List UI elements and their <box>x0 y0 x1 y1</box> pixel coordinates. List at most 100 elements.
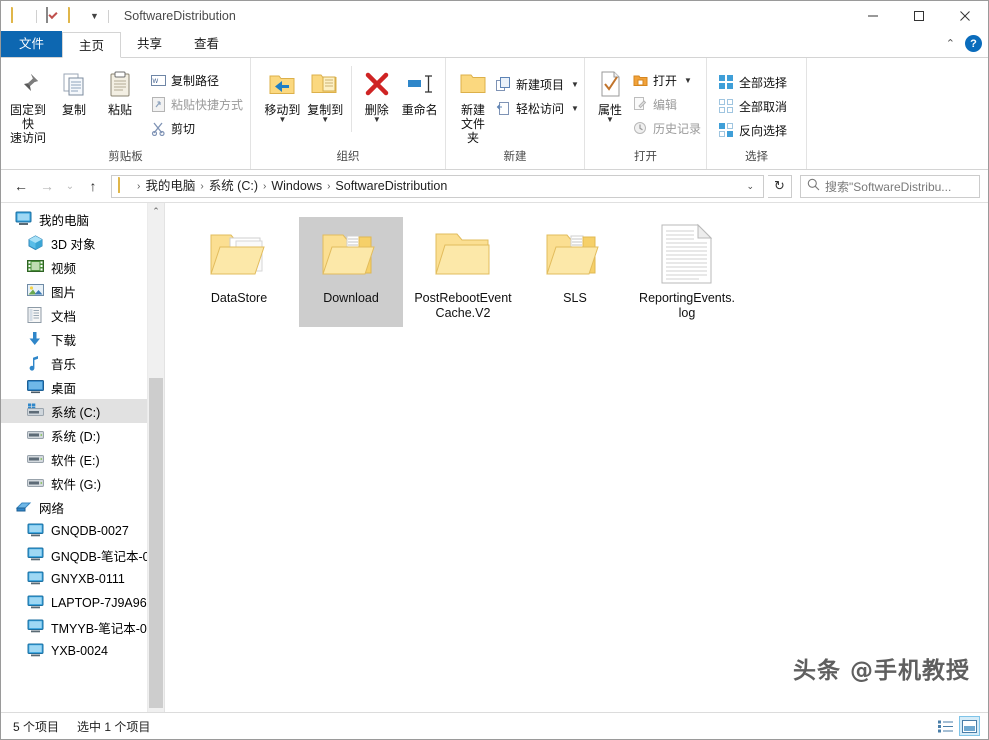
sidebar-item-2[interactable]: 视频 <box>1 255 164 279</box>
tab-share[interactable]: 共享 <box>121 31 178 57</box>
file-tile-1[interactable]: Download <box>299 217 403 327</box>
downloads-icon <box>27 331 44 347</box>
file-tile-0[interactable]: DataStore <box>187 217 291 327</box>
back-arrow-icon[interactable]: ← <box>9 174 33 198</box>
breadcrumb-item-2[interactable]: Windows <box>267 176 326 197</box>
sidebar-item-12[interactable]: 网络 <box>1 495 164 519</box>
easy-access-button[interactable]: 轻松访问 ▼ <box>492 96 582 120</box>
sidebar-item-17[interactable]: TMYYB-笔记本-01 <box>1 615 164 639</box>
scroll-up-arrow-icon[interactable]: ⌃ <box>152 203 160 219</box>
scrollbar-thumb[interactable] <box>149 378 163 708</box>
qat-folder-icon[interactable] <box>11 7 27 24</box>
sidebar-item-label: YXB-0024 <box>51 644 108 658</box>
select-none-button[interactable]: 全部取消 <box>715 94 790 118</box>
close-icon[interactable] <box>942 1 988 31</box>
properties-caret-icon[interactable]: ▼ <box>606 116 614 124</box>
copy-path-button[interactable]: W 复制路径 <box>147 68 246 92</box>
open-button[interactable]: 打开 ▼ <box>629 68 704 92</box>
breadcrumb-item-3[interactable]: SoftwareDistribution <box>331 176 451 197</box>
new-item-caret-icon[interactable]: ▼ <box>571 80 579 89</box>
tab-view[interactable]: 查看 <box>178 31 235 57</box>
sidebar-item-10[interactable]: 软件 (E:) <box>1 447 164 471</box>
sidebar-item-1[interactable]: 3D 对象 <box>1 231 164 255</box>
sidebar-item-15[interactable]: GNYXB-0111 <box>1 567 164 591</box>
file-list-view[interactable]: DataStore Download PostRebootEventCache.V2… <box>165 203 988 712</box>
file-tile-3[interactable]: SLS <box>523 217 627 327</box>
easy-access-icon <box>495 100 511 116</box>
rename-button[interactable]: 重命名 <box>398 66 441 117</box>
select-all-button[interactable]: 全部选择 <box>715 70 790 94</box>
file-tile-4[interactable]: ReportingEvents.log <box>635 217 739 327</box>
desktop-icon <box>27 379 44 395</box>
move-to-button[interactable]: 移动到 ▼ <box>261 66 304 124</box>
sidebar-item-4[interactable]: 文档 <box>1 303 164 327</box>
qat-checkbox-icon[interactable] <box>46 7 62 24</box>
sidebar-item-11[interactable]: 软件 (G:) <box>1 471 164 495</box>
sidebar-item-label: 我的电脑 <box>39 213 90 228</box>
new-folder-button[interactable]: 新建 文件夹 <box>456 66 490 145</box>
history-button[interactable]: 历史记录 <box>629 116 704 140</box>
qat-dropdown-caret-icon[interactable]: ▼ <box>90 11 99 21</box>
edit-button[interactable]: 编辑 <box>629 92 704 116</box>
drive-icon <box>27 451 44 467</box>
pictures-icon <box>27 283 44 299</box>
properties-button[interactable]: 属性 ▼ <box>593 66 627 124</box>
recent-locations-icon[interactable]: ⌄ <box>61 174 79 198</box>
maximize-icon[interactable] <box>896 1 942 31</box>
copy-to-caret-icon[interactable]: ▼ <box>321 116 329 124</box>
new-item-icon <box>495 76 511 92</box>
breadcrumb-item-1[interactable]: 系统 (C:) <box>205 176 262 197</box>
sidebar-scrollbar[interactable]: ⌃ ⌄ <box>147 203 164 712</box>
sidebar-item-7[interactable]: 桌面 <box>1 375 164 399</box>
sidebar-item-9[interactable]: 系统 (D:) <box>1 423 164 447</box>
sidebar-item-3[interactable]: 图片 <box>1 279 164 303</box>
new-item-button[interactable]: 新建项目 ▼ <box>492 72 582 96</box>
forward-arrow-icon[interactable]: → <box>35 174 59 198</box>
delete-button[interactable]: 删除 ▼ <box>355 66 398 124</box>
qat-new-folder-icon[interactable] <box>68 7 84 24</box>
sidebar-item-5[interactable]: 下载 <box>1 327 164 351</box>
up-arrow-icon[interactable]: ↑ <box>81 174 105 198</box>
item-count-label: 5 个项目 <box>13 719 60 734</box>
paste-shortcut-button[interactable]: 粘贴快捷方式 <box>147 92 246 116</box>
breadcrumb-item-0[interactable]: 我的电脑 <box>141 176 199 197</box>
sidebar-item-6[interactable]: 音乐 <box>1 351 164 375</box>
chevron-down-icon[interactable]: ⌄ <box>741 181 759 192</box>
delete-caret-icon[interactable]: ▼ <box>373 116 381 124</box>
sidebar-item-label: 桌面 <box>51 381 77 396</box>
paste-button[interactable]: 粘贴 <box>97 66 143 117</box>
file-name-label: PostRebootEventCache.V2 <box>414 291 512 320</box>
copy-to-button[interactable]: 复制到 ▼ <box>304 66 347 124</box>
pc-icon <box>27 523 44 539</box>
copy-button[interactable]: 复制 <box>51 66 97 117</box>
easy-access-caret-icon[interactable]: ▼ <box>571 104 579 113</box>
minimize-icon[interactable] <box>850 1 896 31</box>
search-input[interactable]: 搜索"SoftwareDistribu... <box>800 174 980 198</box>
tab-file[interactable]: 文件 <box>1 31 63 57</box>
move-to-caret-icon[interactable]: ▼ <box>278 116 286 124</box>
cut-label: 剪切 <box>171 121 196 136</box>
sidebar-item-18[interactable]: YXB-0024 <box>1 639 164 663</box>
breadcrumb-bar[interactable]: › 我的电脑 › 系统 (C:) › Windows › SoftwareDis… <box>111 174 764 198</box>
refresh-icon[interactable]: ↻ <box>768 174 792 198</box>
pin-to-quick-access-button[interactable]: 固定到快 速访问 <box>5 66 51 145</box>
group-label-organize: 组织 <box>336 151 360 163</box>
details-view-icon[interactable] <box>935 716 956 736</box>
sidebar-item-0[interactable]: 我的电脑 <box>1 207 164 231</box>
sidebar-item-label: 文档 <box>51 309 77 324</box>
tab-home[interactable]: 主页 <box>62 32 122 58</box>
invert-selection-button[interactable]: 反向选择 <box>715 118 790 142</box>
sidebar-item-14[interactable]: GNQDB-笔记本-03 <box>1 543 164 567</box>
cut-button[interactable]: 剪切 <box>147 116 246 140</box>
chevron-up-icon[interactable]: ⌃ <box>946 37 955 50</box>
file-tile-2[interactable]: PostRebootEventCache.V2 <box>411 217 515 327</box>
sidebar-item-13[interactable]: GNQDB-0027 <box>1 519 164 543</box>
help-icon[interactable]: ? <box>965 35 982 52</box>
sidebar-item-8[interactable]: 系统 (C:) <box>1 399 164 423</box>
sidebar-item-16[interactable]: LAPTOP-7J9A9669 <box>1 591 164 615</box>
file-name-label: DataStore <box>210 291 268 305</box>
open-caret-icon[interactable]: ▼ <box>684 76 692 85</box>
large-icons-view-icon[interactable] <box>959 716 980 736</box>
address-bar: ← → ⌄ ↑ › 我的电脑 › 系统 (C:) › Windows › Sof… <box>1 170 988 202</box>
breadcrumb-dropdown[interactable]: ⌄ <box>741 181 759 192</box>
